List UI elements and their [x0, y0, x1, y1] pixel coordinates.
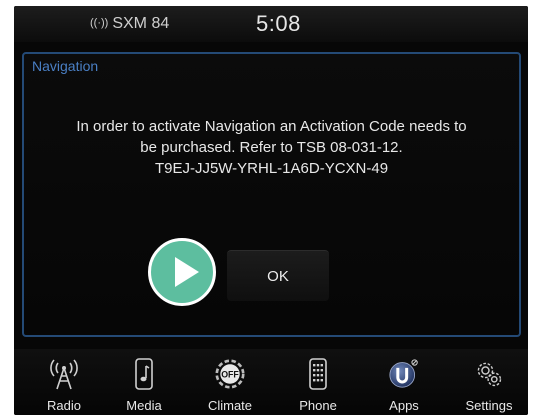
- nav-label-apps: Apps: [389, 398, 419, 413]
- infotainment-screen: ((·)) SXM 84 5:08 Navigation In order to …: [14, 6, 528, 415]
- nav-label-radio: Radio: [47, 398, 81, 413]
- play-icon: [175, 257, 199, 287]
- dialog-message: In order to activate Navigation an Activ…: [24, 116, 519, 179]
- nav-label-settings: Settings: [465, 398, 513, 413]
- message-line-2: be purchased. Refer to TSB 08-031-12.: [140, 139, 403, 156]
- ok-button[interactable]: OK: [227, 250, 329, 301]
- navigation-dialog: Navigation In order to activate Navigati…: [22, 52, 521, 337]
- nav-item-settings[interactable]: Settings: [454, 349, 524, 415]
- message-line-1: In order to activate Navigation an Activ…: [76, 118, 467, 135]
- satellite-signal-icon: ((·)): [90, 17, 109, 29]
- radio-status[interactable]: ((·)) SXM 84: [90, 15, 169, 33]
- nav-label-phone: Phone: [299, 398, 337, 413]
- ok-button-label: OK: [267, 267, 289, 285]
- radio-station-label: SXM 84: [112, 15, 170, 32]
- dialog-title: Navigation: [32, 58, 99, 74]
- nav-label-media: Media: [126, 398, 162, 413]
- nav-item-media[interactable]: Media: [109, 349, 179, 415]
- status-bar: ((·)) SXM 84 5:08: [14, 6, 528, 42]
- radio-tower-icon: [49, 357, 79, 391]
- climate-off-icon: OFF: [215, 357, 245, 391]
- video-play-button[interactable]: [148, 238, 216, 306]
- activation-code: T9EJ-JJ5W-YRHL-1A6D-YCXN-49: [154, 160, 389, 177]
- nav-item-climate[interactable]: OFF Climate: [195, 349, 265, 415]
- svg-text:OFF: OFF: [221, 370, 239, 380]
- nav-item-phone[interactable]: Phone: [283, 349, 353, 415]
- nav-item-radio[interactable]: Radio: [29, 349, 99, 415]
- settings-gears-icon: [474, 357, 504, 391]
- phone-keypad-icon: [303, 357, 333, 391]
- nav-label-climate: Climate: [207, 398, 253, 413]
- nav-item-apps[interactable]: Apps: [369, 349, 439, 415]
- clock: 5:08: [256, 11, 301, 36]
- bottom-nav-bar: Radio Media OFF Climate Phone Apps Setti…: [14, 349, 528, 415]
- media-music-icon: [129, 357, 159, 391]
- apps-uconnect-icon: [389, 357, 419, 391]
